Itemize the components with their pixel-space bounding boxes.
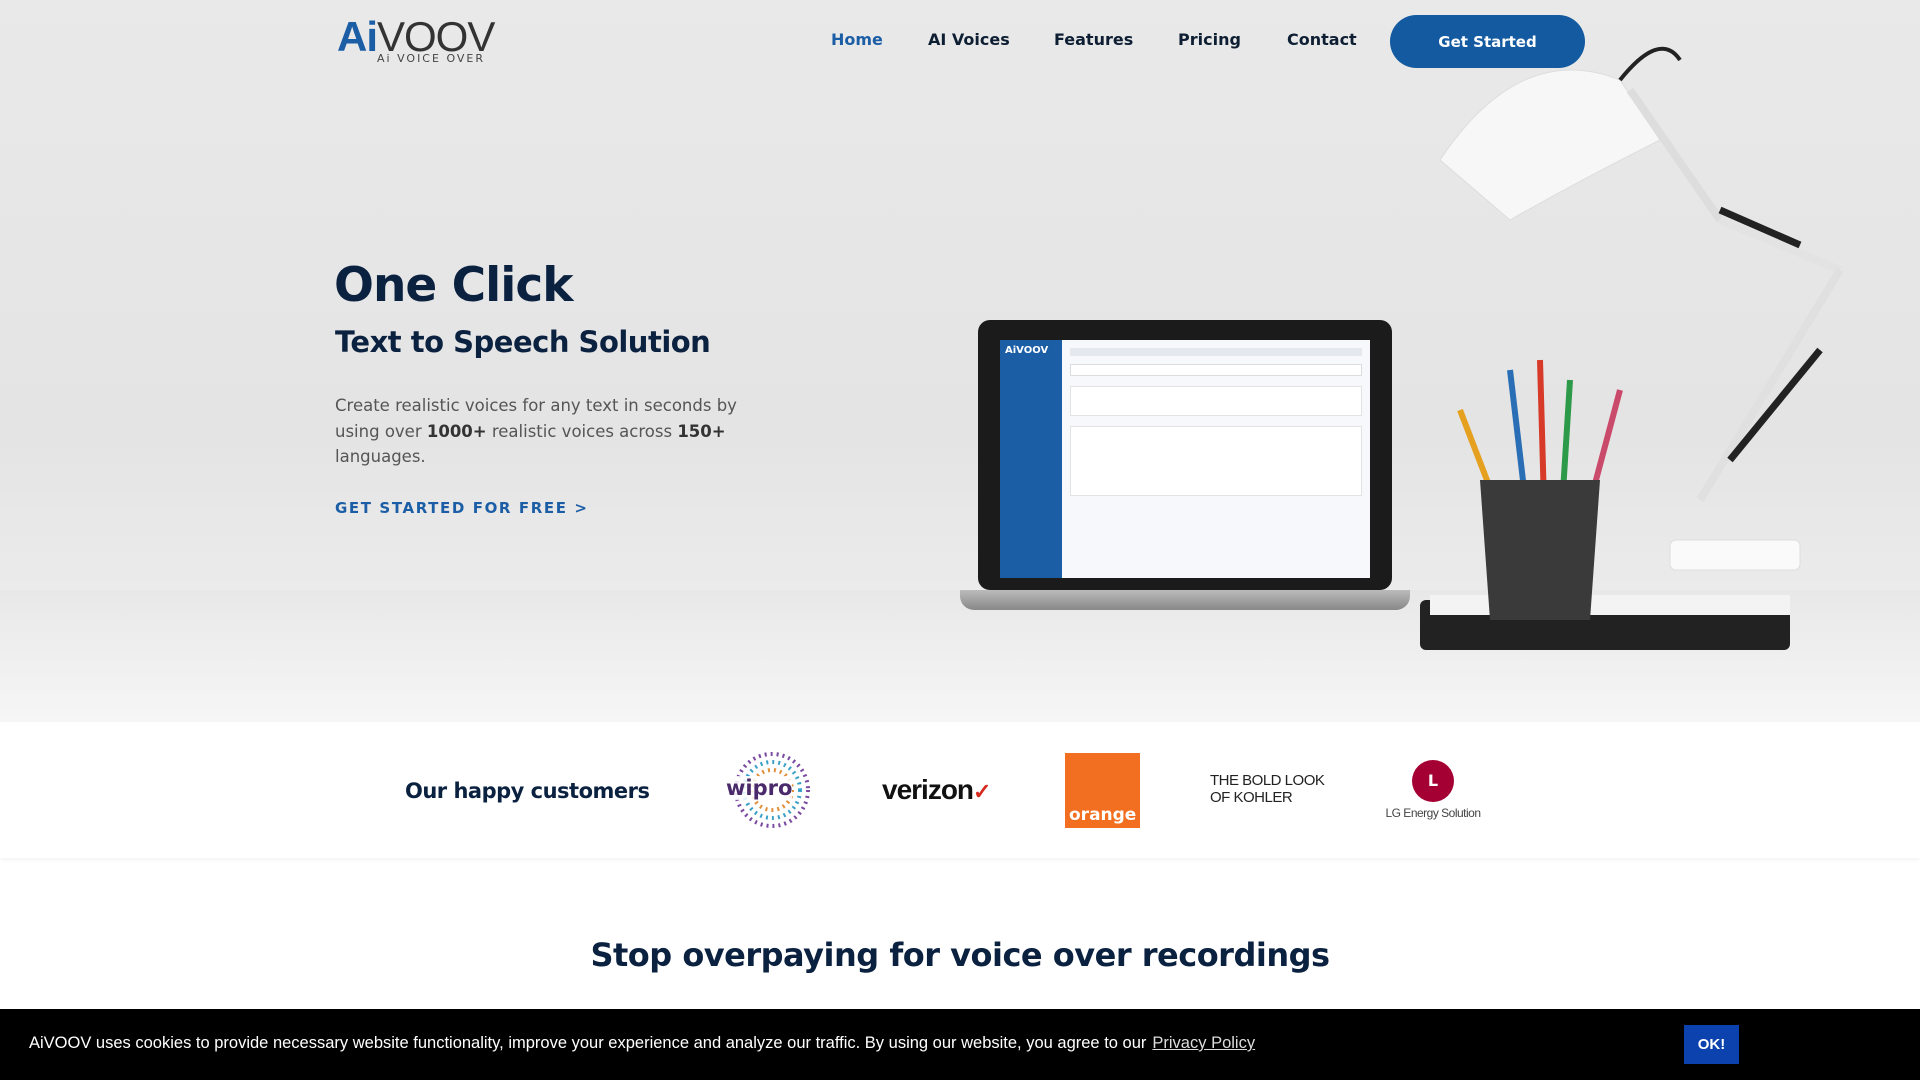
lg-text: LG Energy Solution: [1385, 806, 1481, 820]
cookie-banner: AiVOOV uses cookies to provide necessary…: [0, 1009, 1920, 1080]
customers-title: Our happy customers: [405, 779, 650, 803]
hero-title: One Click: [334, 258, 573, 313]
desc-text: realistic voices across: [486, 421, 678, 441]
hero-subtitle: Text to Speech Solution: [335, 325, 711, 359]
nav-features[interactable]: Features: [1054, 30, 1133, 49]
orange-logo: orange: [1065, 753, 1140, 828]
wipro-text: wipro: [726, 776, 793, 800]
logo-ai: Ai: [337, 13, 378, 60]
nav-home[interactable]: Home: [831, 30, 883, 49]
logo-tagline: Ai VOICE OVER: [377, 52, 486, 65]
customers-strip: Our happy customers wipro verizon✓ orang…: [0, 722, 1920, 858]
verizon-text: verizon: [882, 774, 974, 805]
get-started-free-link[interactable]: GET STARTED FOR FREE >: [335, 499, 589, 517]
lg-logo: L LG Energy Solution: [1383, 760, 1483, 820]
cookie-ok-button[interactable]: OK!: [1684, 1025, 1739, 1064]
verizon-logo: verizon✓: [882, 774, 991, 806]
screen-sidebar: AiVOOV: [1000, 340, 1062, 578]
verizon-check-icon: ✓: [973, 779, 991, 804]
screen-logo: AiVOOV: [1005, 345, 1049, 356]
section-heading: Stop overpaying for voice over recording…: [590, 936, 1330, 974]
kohler-text: THE BOLD LOOK OF KOHLER: [1210, 772, 1325, 806]
hero-section: AiVOOV: [0, 0, 1920, 722]
voices-count: 1000+: [426, 421, 487, 441]
get-started-button[interactable]: Get Started: [1390, 15, 1585, 68]
hero-description: Create realistic voices for any text in …: [335, 393, 755, 470]
nav-ai-voices[interactable]: AI Voices: [928, 30, 1010, 49]
cookie-message: AiVOOV uses cookies to provide necessary…: [29, 1034, 1147, 1052]
wipro-logo: wipro: [724, 750, 820, 830]
aivoov-logo[interactable]: AiVOOV Ai VOICE OVER: [337, 13, 495, 66]
languages-count: 150+: [677, 421, 726, 441]
lg-circle-icon: L: [1412, 760, 1454, 802]
kohler-logo: THE BOLD LOOK OF KOHLER: [1210, 772, 1326, 806]
orange-text: orange: [1069, 805, 1137, 825]
nav-pricing[interactable]: Pricing: [1178, 30, 1241, 49]
pencil-cup-image: [1420, 359, 1790, 650]
nav-contact[interactable]: Contact: [1287, 30, 1357, 49]
laptop-image: AiVOOV: [960, 320, 1410, 610]
desc-text: languages.: [335, 447, 426, 466]
privacy-policy-link[interactable]: Privacy Policy: [1152, 1034, 1255, 1052]
